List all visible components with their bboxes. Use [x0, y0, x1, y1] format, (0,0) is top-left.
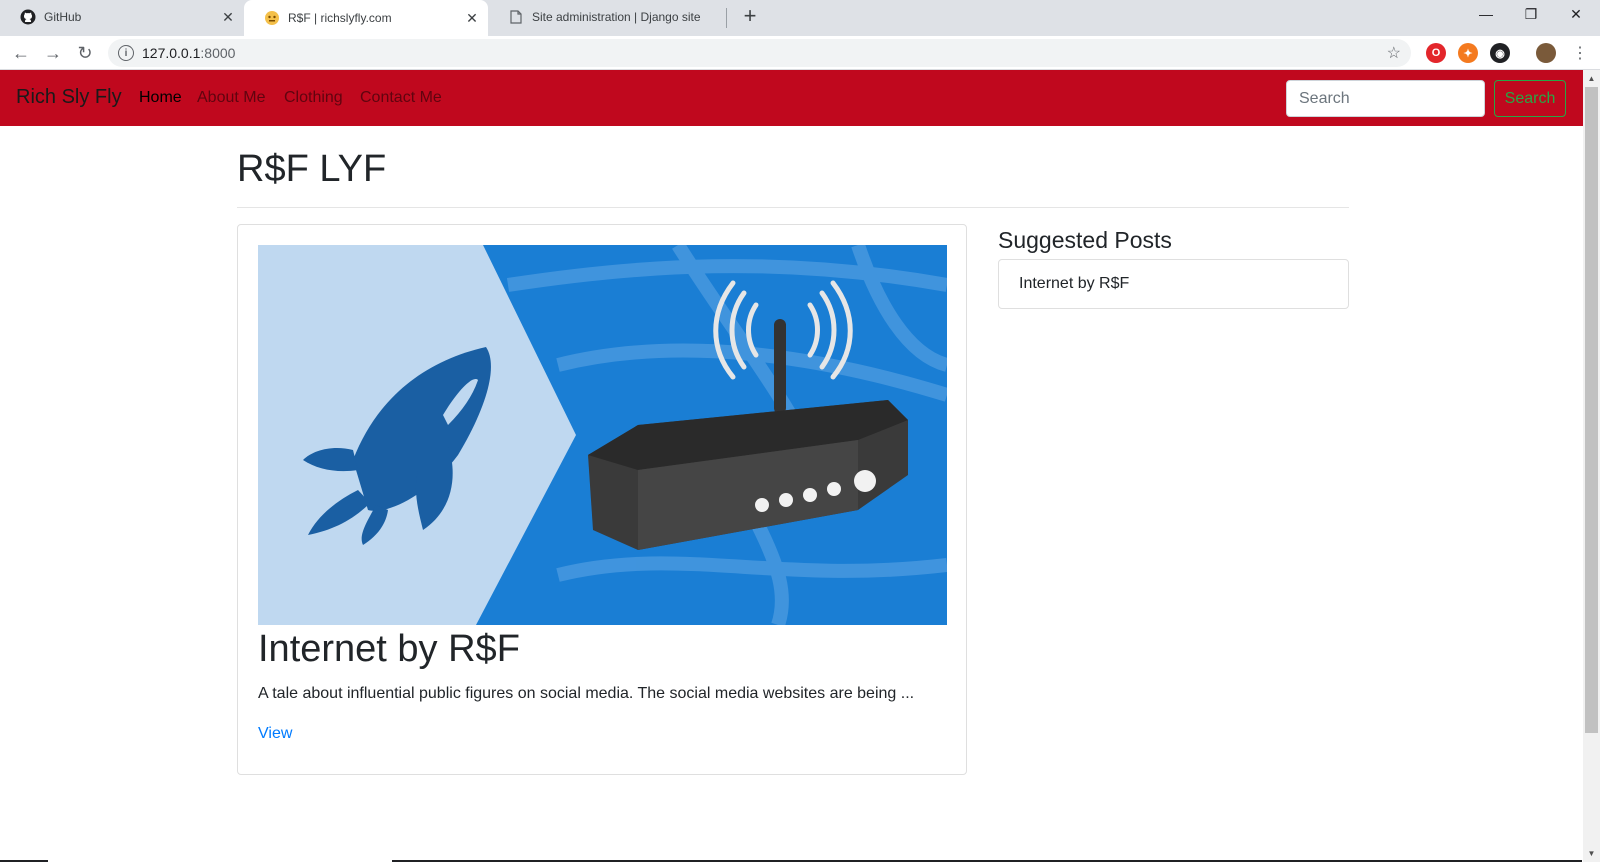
restore-icon[interactable]: ❐ [1521, 6, 1541, 26]
minimize-icon[interactable]: — [1476, 6, 1496, 26]
back-arrow-icon[interactable]: ← [9, 41, 33, 65]
new-tab-button[interactable]: + [738, 5, 762, 29]
github-icon [20, 9, 36, 25]
search-button[interactable]: Search [1494, 80, 1566, 117]
bookmark-star-icon[interactable]: ☆ [1387, 43, 1401, 63]
tab-django-admin[interactable]: Site administration | Django site [488, 0, 728, 34]
browser-toolbar: ← → ↻ i 127.0.0.1:8000 ☆ O ✦ ◉ ⋮ [0, 36, 1600, 70]
search-input[interactable]: Search [1286, 80, 1485, 117]
page-viewport: Rich Sly Fly Home About Me Clothing Cont… [0, 70, 1583, 862]
site-favicon [264, 10, 280, 26]
suggested-posts-title: Suggested Posts [998, 227, 1172, 253]
post-card: Internet by R$F A tale about influential… [237, 224, 967, 775]
tab-richslyfly[interactable]: R$F | richslyfly.com ✕ [244, 0, 488, 36]
page-scrollbar[interactable]: ▲ ▼ [1583, 70, 1600, 862]
extension-icon[interactable]: ✦ [1458, 43, 1478, 63]
opera-icon[interactable]: O [1426, 43, 1446, 63]
suggested-post-item[interactable]: Internet by R$F [998, 259, 1349, 309]
extension-icon-2[interactable]: ◉ [1490, 43, 1510, 63]
scrollbar-thumb[interactable] [1585, 87, 1598, 733]
scroll-down-arrow-icon[interactable]: ▼ [1583, 845, 1600, 862]
divider [237, 207, 1349, 208]
close-icon[interactable]: ✕ [220, 9, 236, 25]
avatar[interactable] [1536, 43, 1556, 63]
page-title: R$F LYF [237, 148, 387, 190]
forward-arrow-icon[interactable]: → [41, 41, 65, 65]
url-text: 127.0.0.1:8000 [142, 45, 236, 61]
tab-github[interactable]: GitHub ✕ [0, 0, 244, 34]
document-icon [508, 9, 524, 25]
nav-clothing[interactable]: Clothing [284, 89, 343, 107]
address-bar[interactable]: i 127.0.0.1:8000 ☆ [108, 39, 1411, 67]
view-link[interactable]: View [258, 725, 292, 743]
close-icon[interactable]: ✕ [464, 10, 480, 26]
post-image [258, 245, 947, 625]
tab-separator [726, 8, 727, 28]
nav-home[interactable]: Home [139, 89, 182, 107]
window-close-icon[interactable]: ✕ [1566, 6, 1586, 26]
site-navbar: Rich Sly Fly Home About Me Clothing Cont… [0, 70, 1583, 126]
scroll-up-arrow-icon[interactable]: ▲ [1583, 70, 1600, 87]
reload-icon[interactable]: ↻ [73, 41, 97, 65]
info-icon[interactable]: i [118, 45, 134, 61]
nav-contact[interactable]: Contact Me [360, 89, 442, 107]
post-excerpt: A tale about influential public figures … [258, 685, 915, 702]
post-title: Internet by R$F [258, 628, 520, 670]
nav-about[interactable]: About Me [197, 89, 265, 107]
brand-link[interactable]: Rich Sly Fly [16, 86, 122, 109]
browser-tab-bar: GitHub ✕ R$F | richslyfly.com ✕ Site adm… [0, 0, 1600, 36]
menu-icon[interactable]: ⋮ [1568, 41, 1592, 65]
